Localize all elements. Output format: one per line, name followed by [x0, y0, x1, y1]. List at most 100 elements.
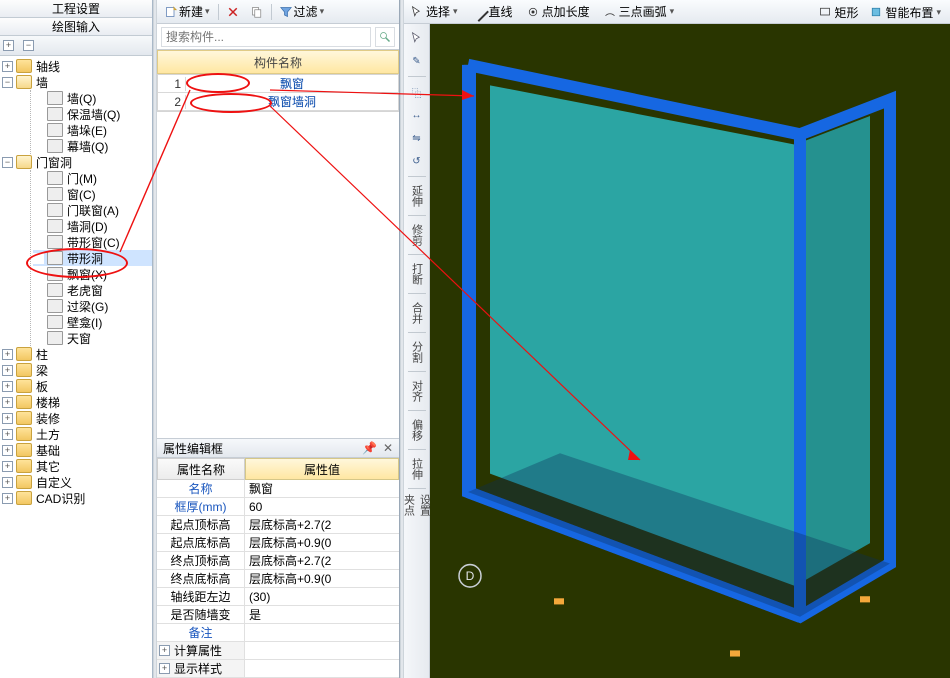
- toggle-icon[interactable]: +: [2, 445, 13, 456]
- tab-draw-input[interactable]: 绘图输入: [0, 18, 152, 36]
- toggle-icon[interactable]: +: [2, 365, 13, 376]
- vtool-0[interactable]: 延伸: [407, 182, 427, 210]
- vtool-2[interactable]: 打断: [407, 260, 427, 288]
- prop-row[interactable]: 框厚(mm)60: [157, 498, 399, 516]
- prop-row[interactable]: 终点顶标高层底标高+2.7(2: [157, 552, 399, 570]
- tree-item[interactable]: 其它: [34, 458, 62, 475]
- tree-item[interactable]: 墙垛(E): [65, 122, 109, 139]
- tree-item[interactable]: 墙洞(D): [65, 218, 110, 235]
- vtool-cursor2[interactable]: [407, 28, 427, 48]
- tree-item[interactable]: 土方: [34, 426, 62, 443]
- prop-name: 终点顶标高: [157, 552, 245, 569]
- prop-row[interactable]: 终点底标高层底标高+0.9(0: [157, 570, 399, 588]
- copy-button[interactable]: [247, 2, 267, 22]
- vtool-4[interactable]: 分割: [407, 338, 427, 366]
- viewport-3d[interactable]: D: [430, 24, 950, 678]
- tree-item[interactable]: 窗(C): [65, 186, 98, 203]
- tree-item[interactable]: 板: [34, 378, 50, 395]
- tree-item[interactable]: 门联窗(A): [65, 202, 121, 219]
- prop-value[interactable]: 层底标高+2.7(2: [245, 516, 399, 533]
- tree-item[interactable]: 柱: [34, 346, 50, 363]
- prop-row[interactable]: 名称飘窗: [157, 480, 399, 498]
- tool-smart[interactable]: 智能布置▾: [867, 2, 944, 22]
- vtool-5[interactable]: 对齐: [407, 377, 427, 405]
- toggle-icon[interactable]: +: [2, 493, 13, 504]
- group-name: +显示样式: [157, 660, 245, 677]
- tool-point-length[interactable]: 点加长度: [524, 2, 593, 22]
- prop-value[interactable]: 是: [245, 606, 399, 623]
- vtool-6[interactable]: 偏移: [407, 416, 427, 444]
- toggle-icon[interactable]: +: [2, 461, 13, 472]
- prop-group[interactable]: +计算属性: [157, 642, 399, 660]
- tab-project-settings[interactable]: 工程设置: [0, 0, 152, 18]
- vtool-1[interactable]: 修剪: [407, 221, 427, 249]
- tool-rect[interactable]: 矩形: [816, 2, 861, 22]
- tree-wall[interactable]: 墙: [34, 74, 50, 91]
- vtool-rotate[interactable]: ↺: [407, 151, 427, 171]
- delete-button[interactable]: [223, 2, 243, 22]
- prop-value[interactable]: (30): [245, 588, 399, 605]
- item-icon: [47, 331, 63, 345]
- tree-item[interactable]: 墙(Q): [65, 90, 98, 107]
- tree-item[interactable]: 幕墙(Q): [65, 138, 110, 155]
- tree-item[interactable]: 装修: [34, 410, 62, 427]
- prop-row[interactable]: 起点顶标高层底标高+2.7(2: [157, 516, 399, 534]
- vtool-brush[interactable]: ✎: [407, 51, 427, 71]
- prop-value[interactable]: [245, 624, 399, 641]
- toggle-icon[interactable]: −: [2, 77, 13, 88]
- tree-item[interactable]: 过梁(G): [65, 298, 110, 315]
- filter-button[interactable]: 过滤▾: [276, 2, 329, 22]
- vtool-mirror[interactable]: ⇋: [407, 128, 427, 148]
- close-icon[interactable]: ✕: [383, 441, 393, 455]
- tree-item[interactable]: 自定义: [34, 474, 74, 491]
- vtool-8[interactable]: 设置夹点: [407, 494, 427, 522]
- tree-item[interactable]: CAD识别: [34, 490, 87, 507]
- search-button[interactable]: [375, 27, 395, 47]
- vtool-3[interactable]: 合并: [407, 299, 427, 327]
- prop-row[interactable]: 轴线距左边(30): [157, 588, 399, 606]
- prop-row[interactable]: 是否随墙变是: [157, 606, 399, 624]
- prop-value[interactable]: 飘窗: [245, 480, 399, 497]
- tree-opening[interactable]: 门窗洞: [34, 154, 74, 171]
- tree-item[interactable]: 基础: [34, 442, 62, 459]
- toggle-icon[interactable]: +: [2, 413, 13, 424]
- tree-item[interactable]: 保温墙(Q): [65, 106, 122, 123]
- vtool-copy[interactable]: ⿻: [407, 82, 427, 102]
- prop-value[interactable]: 层底标高+0.9(0: [245, 534, 399, 551]
- collapse-button[interactable]: −: [22, 38, 38, 54]
- expand-button[interactable]: +: [2, 38, 18, 54]
- prop-group[interactable]: +显示样式: [157, 660, 399, 678]
- toggle-icon[interactable]: +: [2, 381, 13, 392]
- vtool-move[interactable]: ↔: [407, 105, 427, 125]
- search-bar: [157, 24, 399, 50]
- toggle-icon[interactable]: +: [2, 429, 13, 440]
- tree-item[interactable]: 梁: [34, 362, 50, 379]
- tool-select[interactable]: 选择▾: [408, 2, 461, 22]
- toggle-icon[interactable]: +: [2, 397, 13, 408]
- tool-arc3[interactable]: 三点画弧▾: [601, 2, 678, 22]
- tree-item[interactable]: 门(M): [65, 170, 99, 187]
- prop-value[interactable]: 层底标高+2.7(2: [245, 552, 399, 569]
- prop-value[interactable]: 层底标高+0.9(0: [245, 570, 399, 587]
- tree-item[interactable]: 壁龛(I): [65, 314, 104, 331]
- new-button[interactable]: 新建▾: [161, 2, 214, 22]
- toggle-icon[interactable]: −: [2, 157, 13, 168]
- prop-title-bar[interactable]: 属性编辑框 📌 ✕: [157, 438, 399, 458]
- prop-value[interactable]: 60: [245, 498, 399, 515]
- tree-item[interactable]: 天窗: [65, 330, 93, 347]
- pin-icon[interactable]: 📌: [362, 441, 377, 455]
- tree-item[interactable]: 楼梯: [34, 394, 62, 411]
- prop-head: 属性名称 属性值: [157, 458, 399, 480]
- component-list: 构件名称 1飘窗2飘窗墙洞 属性编辑框 📌 ✕ 属性名称 属性值 名称飘窗框厚(…: [157, 50, 399, 678]
- tree-item[interactable]: 老虎窗: [65, 282, 105, 299]
- toggle-icon[interactable]: +: [2, 477, 13, 488]
- toggle-icon[interactable]: +: [2, 61, 13, 72]
- toggle-icon[interactable]: +: [2, 349, 13, 360]
- prop-row[interactable]: 备注: [157, 624, 399, 642]
- tree-axis[interactable]: 轴线: [34, 58, 62, 75]
- component-tree[interactable]: + 轴线 − 墙 墙(Q)保温墙(Q)墙垛(E)幕墙(Q) − 门窗洞 门(M)窗(C…: [0, 56, 152, 678]
- tool-line[interactable]: 直线: [469, 2, 516, 22]
- prop-row[interactable]: 起点底标高层底标高+0.9(0: [157, 534, 399, 552]
- search-input[interactable]: [161, 27, 371, 47]
- vtool-7[interactable]: 拉伸: [407, 455, 427, 483]
